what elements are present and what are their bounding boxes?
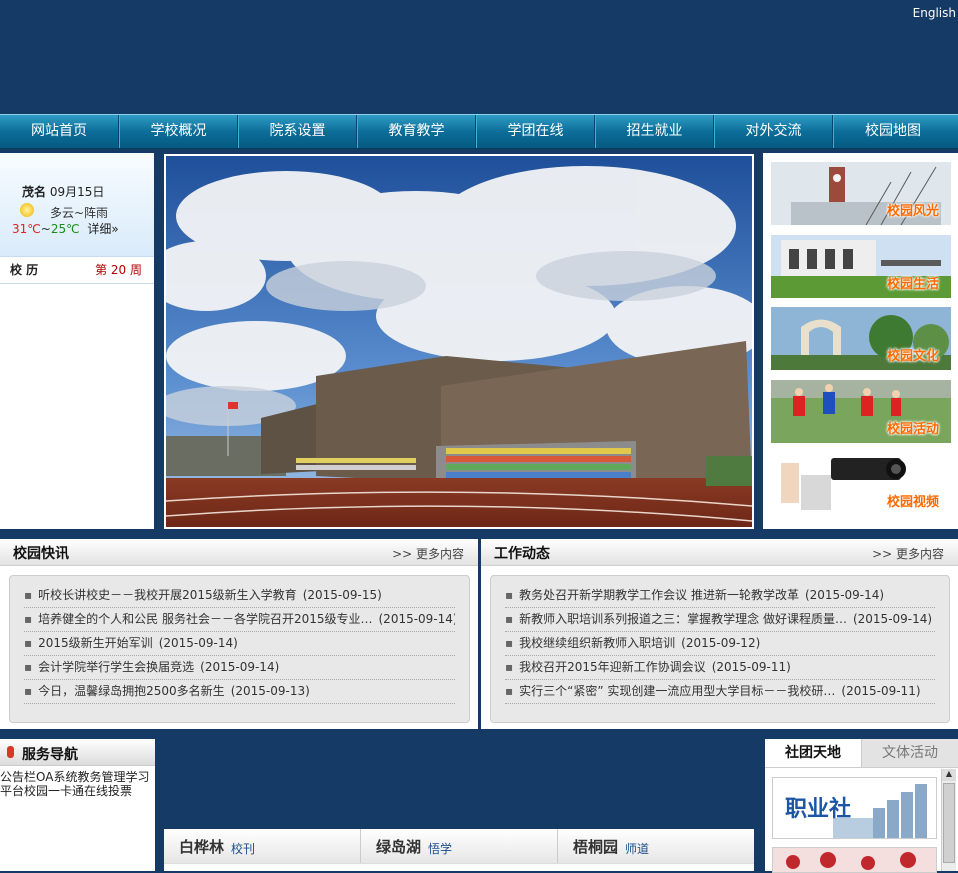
main-nav: 网站首页 学校概况 院系设置 教育教学 学团在线 招生就业 对外交流 校园地图 <box>0 114 958 149</box>
club-text: 职业社 <box>785 796 851 822</box>
weather-city: 茂名 <box>22 185 47 199</box>
weather-condition: 多云~阵雨 <box>50 206 109 220</box>
sun-cloud-icon <box>20 203 34 217</box>
campus-news-title: 校园快讯 <box>13 546 69 562</box>
list-item[interactable]: ▪ 我校召开2015年迎新工作协调会议 (2015-09-11) <box>505 656 935 680</box>
nav-students[interactable]: 学团在线 <box>476 115 595 148</box>
service-icon <box>7 746 14 758</box>
club-banner-second[interactable] <box>772 847 937 873</box>
clubs-scrollbar[interactable]: ▲ <box>941 769 956 871</box>
publications-bar: 白桦林 校刊 绿岛湖 悟学 梧桐园 师道 <box>164 829 754 871</box>
nav-about[interactable]: 学校概况 <box>119 115 238 148</box>
service-link-card[interactable]: 校园一卡通 <box>24 784 84 798</box>
nav-admission[interactable]: 招生就业 <box>595 115 714 148</box>
career-club-image: 职业社 <box>773 778 936 838</box>
thumb-activity[interactable]: 校园活动 <box>771 380 951 443</box>
thumb-life[interactable]: 校园生活 <box>771 235 951 298</box>
calendar-header: 校 历 第 20 周 <box>0 257 154 284</box>
service-link-vote[interactable]: 在线投票 <box>84 784 132 798</box>
work-news-panel: 工作动态 >> 更多内容 ▪ 教务处召开新学期教学工作会议 推进新一轮教学改革 (2… <box>481 539 958 729</box>
thumb-scenery[interactable]: 校园风光 <box>771 162 951 225</box>
list-item[interactable]: ▪ 新教师入职培训系列报道之三：掌握教学理念 做好课程质量… (2015-09-14… <box>505 608 935 632</box>
temp-low: 25℃ <box>50 222 80 236</box>
campus-news-more-link[interactable]: >> 更多内容 <box>392 545 464 562</box>
thumbnail-column: 校园风光 校园生活 校园文化 校园活动 校园视频 <box>763 153 958 529</box>
list-item[interactable]: ▪ 我校继续组织新教师入职培训 (2015-09-12) <box>505 632 935 656</box>
temp-high: 31℃ <box>12 222 41 236</box>
thumb-label: 校园视频 <box>886 495 939 510</box>
info-panel: 茂名 09月15日 多云~阵雨 31℃~25℃ 详细» 校 历 第 20 周 <box>0 153 154 529</box>
service-nav-panel: 服务导航 公告栏OA系统教务管理学习平台校园一卡通在线投票 <box>0 739 155 871</box>
nav-departments[interactable]: 院系设置 <box>238 115 357 148</box>
list-item[interactable]: ▪ 实行三个“紧密” 实现创建一流应用型大学目标－－我校研… (2015-09-11… <box>505 680 935 704</box>
service-link-bulletin[interactable]: 公告栏 <box>0 770 36 784</box>
clubs-panel: 社团天地 文体活动 职业社 ▲ <box>765 739 958 873</box>
list-item[interactable]: ▪ 今日，温馨绿岛拥抱2500多名新生 (2015-09-13) <box>24 680 455 704</box>
weather-date: 09月15日 <box>49 185 105 199</box>
thumb-video[interactable]: 校园视频 <box>771 453 951 516</box>
list-item[interactable]: ▪ 听校长讲校史－－我校开展2015级新生入学教育 (2015-09-15) <box>24 584 455 608</box>
weather-widget: 茂名 09月15日 多云~阵雨 31℃~25℃ 详细» <box>0 153 154 257</box>
publication-lvdaohu[interactable]: 绿岛湖 悟学 <box>361 829 558 863</box>
service-link-oa[interactable]: OA系统 <box>36 770 77 784</box>
thumb-label: 校园文化 <box>886 349 939 364</box>
list-item[interactable]: ▪ 教务处召开新学期教学工作会议 推进新一轮教学改革 (2015-09-14) <box>505 584 935 608</box>
nav-exchange[interactable]: 对外交流 <box>714 115 833 148</box>
tab-sports[interactable]: 文体活动 <box>862 739 958 767</box>
scroll-up-icon[interactable]: ▲ <box>942 769 956 781</box>
publication-baihualin[interactable]: 白桦林 校刊 <box>164 829 361 863</box>
nav-education[interactable]: 教育教学 <box>357 115 476 148</box>
nav-map[interactable]: 校园地图 <box>833 115 952 148</box>
second-club-image <box>773 848 936 872</box>
temp-sep: ~ <box>40 222 51 236</box>
club-banner-career[interactable]: 职业社 <box>772 777 937 839</box>
service-link-academic[interactable]: 教务管理 <box>77 770 125 784</box>
campus-news-panel: 校园快讯 >> 更多内容 ▪ 听校长讲校史－－我校开展2015级新生入学教育 (20… <box>0 539 478 729</box>
list-item[interactable]: ▪ 2015级新生开始军训 (2015-09-14) <box>24 632 455 656</box>
tab-clubs[interactable]: 社团天地 <box>765 739 862 767</box>
thumb-culture[interactable]: 校园文化 <box>771 307 951 370</box>
thumb-label: 校园活动 <box>886 422 939 437</box>
publication-wutongyuan[interactable]: 梧桐园 师道 <box>558 829 754 863</box>
calendar-week: 第 20 周 <box>95 263 142 277</box>
list-item[interactable]: ▪ 培养健全的个人和公民 服务社会－－各学院召开2015级专业… (2015-09-… <box>24 608 455 632</box>
stadium-photo <box>166 156 752 527</box>
work-news-more-link[interactable]: >> 更多内容 <box>872 545 944 562</box>
service-title: 服务导航 <box>22 747 78 763</box>
thumb-label: 校园生活 <box>886 277 939 292</box>
campus-hero-photo[interactable] <box>164 154 754 529</box>
nav-home[interactable]: 网站首页 <box>0 115 119 148</box>
weather-detail-link[interactable]: 详细» <box>87 222 118 236</box>
english-link[interactable]: English <box>913 6 956 20</box>
list-item[interactable]: ▪ 会计学院举行学生会换届竞选 (2015-09-14) <box>24 656 455 680</box>
thumb-label: 校园风光 <box>886 204 939 219</box>
calendar-label: 校 历 <box>10 263 39 277</box>
scroll-thumb[interactable] <box>943 783 955 863</box>
work-news-title: 工作动态 <box>494 546 550 562</box>
